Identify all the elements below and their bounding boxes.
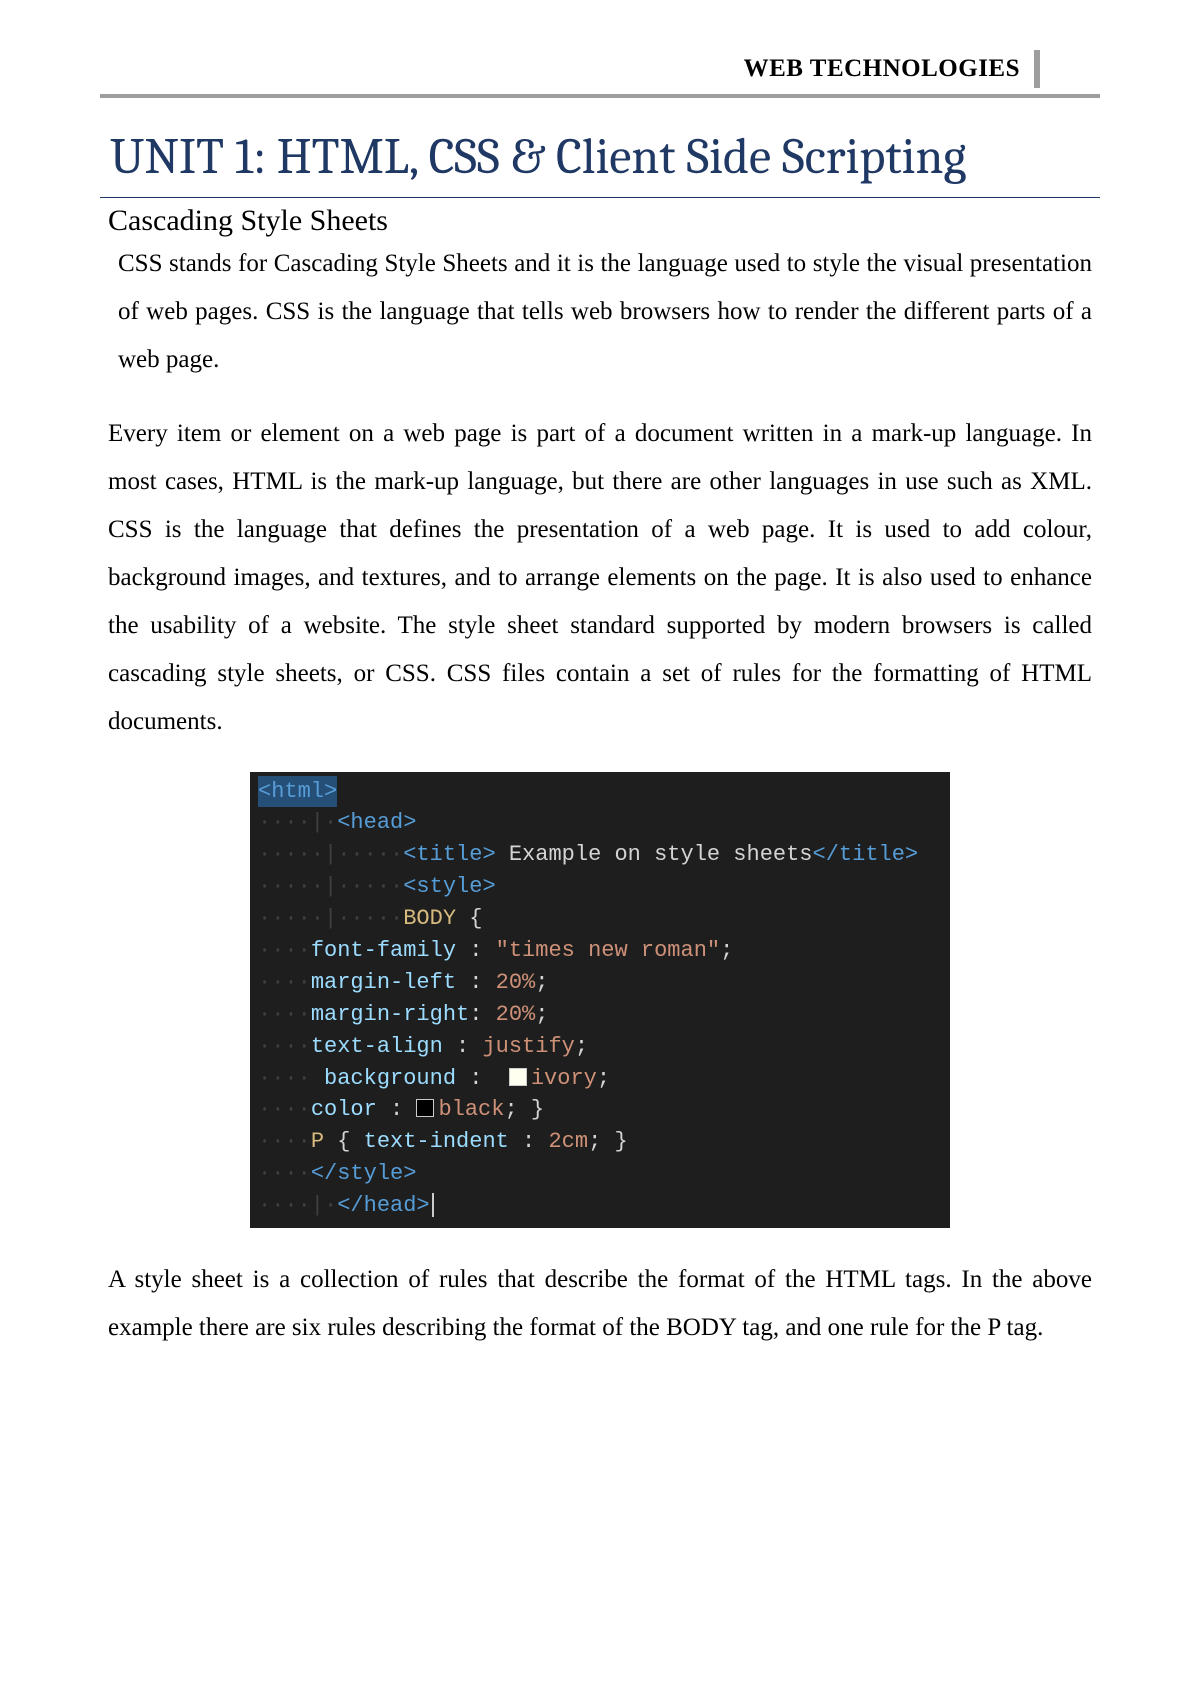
code-token: ivory <box>531 1066 597 1091</box>
code-token: P <box>311 1129 324 1154</box>
code-token: </style> <box>311 1161 417 1186</box>
code-token: : <box>509 1129 549 1154</box>
code-token: 20% <box>496 1002 536 1027</box>
code-token: : <box>469 1002 495 1027</box>
code-token: 20% <box>496 970 536 995</box>
code-token: ; <box>535 970 548 995</box>
code-indent: ···· <box>258 1066 311 1091</box>
code-token: ; } <box>588 1129 628 1154</box>
color-swatch-icon <box>509 1068 527 1086</box>
code-indent: ·····|····· <box>258 842 403 867</box>
code-token: text-align <box>311 1034 443 1059</box>
code-token: : <box>456 938 496 963</box>
code-indent: ···· <box>258 938 311 963</box>
code-token: 2cm <box>548 1129 588 1154</box>
paragraph-3: A style sheet is a collection of rules t… <box>100 1256 1100 1352</box>
color-swatch-icon <box>416 1099 434 1117</box>
code-indent: ···· <box>258 1034 311 1059</box>
code-indent: ···· <box>258 1129 311 1154</box>
code-token: </head> <box>337 1193 429 1218</box>
header-divider-icon <box>1034 50 1040 88</box>
code-token: </title> <box>813 842 919 867</box>
code-token: { <box>324 1129 364 1154</box>
code-token: : <box>456 970 496 995</box>
code-token: ; } <box>504 1097 544 1122</box>
code-token: justify <box>482 1034 574 1059</box>
code-token: text-indent <box>364 1129 509 1154</box>
cursor-icon <box>432 1193 434 1217</box>
page-header: WEB TECHNOLOGIES <box>100 50 1100 88</box>
code-token: BODY <box>403 906 456 931</box>
code-indent: ····|· <box>258 1193 337 1218</box>
code-token: <html> <box>258 779 337 804</box>
code-token: ; <box>597 1066 610 1091</box>
code-indent: ···· <box>258 970 311 995</box>
section-subtitle: Cascading Style Sheets <box>108 204 1100 238</box>
code-token: margin-right <box>311 1002 469 1027</box>
header-rule <box>100 94 1100 98</box>
code-token: <style> <box>403 874 495 899</box>
code-token: ; <box>575 1034 588 1059</box>
course-title: WEB TECHNOLOGIES <box>744 55 1020 83</box>
code-token: <title> <box>403 842 495 867</box>
code-token: { <box>456 906 482 931</box>
code-token: black <box>438 1097 504 1122</box>
code-token: margin-left <box>311 970 456 995</box>
code-indent: ····|· <box>258 810 337 835</box>
code-indent: ·····|····· <box>258 874 403 899</box>
code-token: ; <box>535 1002 548 1027</box>
code-token: <head> <box>337 810 416 835</box>
code-token: "times new roman" <box>496 938 720 963</box>
code-token: Example on style sheets <box>496 842 813 867</box>
code-example: <html> ····|·<head> ·····|·····<title> E… <box>250 772 950 1228</box>
code-token: background <box>311 1066 456 1091</box>
code-indent: ···· <box>258 1161 311 1186</box>
code-indent: ···· <box>258 1002 311 1027</box>
code-token: color <box>311 1097 377 1122</box>
paragraph-2: Every item or element on a web page is p… <box>100 410 1100 746</box>
code-token: : <box>456 1066 509 1091</box>
code-indent: ···· <box>258 1097 311 1122</box>
paragraph-1: CSS stands for Cascading Style Sheets an… <box>100 240 1100 384</box>
unit-title: UNIT 1: HTML, CSS & Client Side Scriptin… <box>100 126 1100 198</box>
code-indent: ·····|····· <box>258 906 403 931</box>
code-token: ; <box>720 938 733 963</box>
code-token: font-family <box>311 938 456 963</box>
code-token: : <box>377 1097 417 1122</box>
code-token: : <box>443 1034 483 1059</box>
document-page: WEB TECHNOLOGIES UNIT 1: HTML, CSS & Cli… <box>0 0 1200 1696</box>
